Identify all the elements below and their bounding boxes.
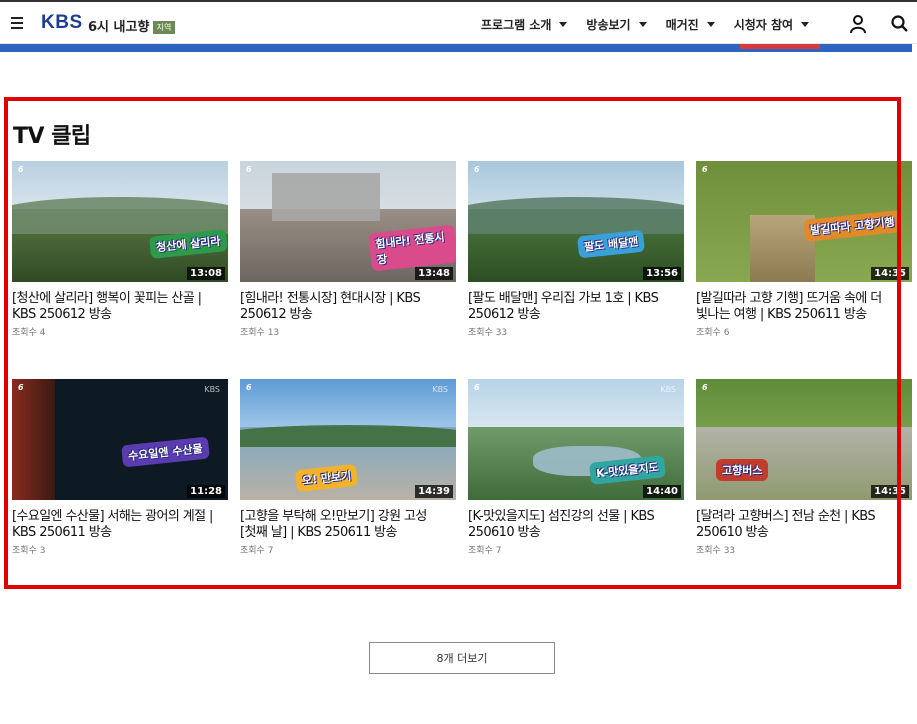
clip-card[interactable]: 6 KBS 수요일엔 수산물 11:28 [수요일엔 수산물] 서해는 광어의 … [12, 379, 228, 556]
hamburger-menu-icon[interactable] [11, 17, 23, 29]
duration-badge: 13:56 [643, 267, 681, 280]
clip-card[interactable]: 6 KBS 오! 만보기 14:39 [고향을 부탁해 오!만보기] 강원 고성… [240, 379, 456, 556]
thumb-trees [696, 379, 912, 434]
clip-title[interactable]: [고향을 부탁해 오!만보기] 강원 고성 [첫째 날] | KBS 25061… [240, 509, 456, 541]
channel-logo: 6 [18, 383, 24, 392]
view-count: 조회수 3 [12, 546, 46, 556]
view-count: 조회수 13 [240, 328, 280, 338]
clip-card[interactable]: 6 팔도 배달맨 13:56 [팔도 배달맨] 우리집 가보 1호 | KBS … [468, 161, 684, 338]
duration-badge: 13:48 [415, 267, 453, 280]
channel-logo: 6 [474, 165, 480, 174]
channel-logo: 6 [246, 383, 252, 392]
region-badge: 지역 [153, 21, 175, 34]
thumb-hills [240, 424, 456, 447]
clip-thumbnail[interactable]: 6 KBS 오! 만보기 14:39 [240, 379, 456, 500]
promo-banner[interactable] [0, 44, 912, 52]
clip-title[interactable]: [달려라 고향버스] 전남 순천 | KBS 250610 방송 [696, 509, 912, 541]
thumb-hills [12, 197, 228, 234]
nav-label: 방송보기 [586, 17, 631, 32]
kbs-watermark: KBS [432, 385, 448, 394]
duration-badge: 13:08 [187, 267, 225, 280]
view-count: 조회수 33 [696, 546, 736, 556]
duration-badge: 14:35 [871, 485, 909, 498]
duration-badge: 14:39 [415, 485, 453, 498]
thumb-hills [468, 197, 684, 234]
clip-thumbnail[interactable]: 6 청산에 살리라 13:08 [12, 161, 228, 282]
load-more-button[interactable]: 8개 더보기 [369, 642, 555, 674]
clip-thumbnail[interactable]: 6 힘내라! 전통시장 13:48 [240, 161, 456, 282]
site-header: KBS 6시 내고향 지역 프로그램 소개 방송보기 매거진 시청자 참여 [0, 0, 917, 44]
nav-label: 시청자 참여 [733, 17, 794, 32]
kbs-logo[interactable]: KBS [41, 12, 83, 34]
clip-card[interactable]: 6 힘내라! 전통시장 13:48 [힘내라! 전통시장] 현대시장 | KBS… [240, 161, 456, 338]
kbs-watermark: KBS [204, 385, 220, 394]
thumb-sky [468, 379, 684, 434]
view-count: 조회수 4 [12, 328, 46, 338]
clip-thumbnail[interactable]: 6 KBS K-맛있을지도 14:40 [468, 379, 684, 500]
user-icon[interactable] [850, 15, 866, 33]
kbs-watermark: KBS [660, 385, 676, 394]
program-title[interactable]: 6시 내고향 [88, 16, 149, 35]
view-count: 조회수 6 [696, 328, 730, 338]
chevron-down-icon [706, 21, 715, 27]
chevron-down-icon [559, 21, 568, 27]
clip-title[interactable]: [청산에 살리라] 행복이 꽃피는 산골 | KBS 250612 방송 [12, 291, 228, 323]
nav-label: 매거진 [665, 17, 699, 32]
channel-logo: 6 [702, 165, 708, 174]
clip-title[interactable]: [K-맛있을지도] 섬진강의 선물 | KBS 250610 방송 [468, 509, 684, 541]
clip-card[interactable]: 6 발길따라 고향기행 14:35 [발길따라 고향 기행] 뜨거움 속에 더 … [696, 161, 912, 338]
duration-badge: 14:35 [871, 267, 909, 280]
clip-title[interactable]: [발길따라 고향 기행] 뜨거움 속에 더 빛나는 여행 | KBS 25061… [696, 291, 912, 323]
nav-label: 프로그램 소개 [481, 17, 552, 32]
clip-thumbnail[interactable]: 6 팔도 배달맨 13:56 [468, 161, 684, 282]
clip-title[interactable]: [힘내라! 전통시장] 현대시장 | KBS 250612 방송 [240, 291, 456, 323]
clip-title[interactable]: [수요일엔 수산물] 서해는 광어의 계절 | KBS 250611 방송 [12, 509, 228, 541]
channel-logo: 6 [246, 165, 252, 174]
clip-title[interactable]: [팔도 배달맨] 우리집 가보 1호 | KBS 250612 방송 [468, 291, 684, 323]
duration-badge: 11:28 [187, 485, 225, 498]
thumb-boat-hull [12, 379, 56, 500]
nav-viewer-participation[interactable]: 시청자 참여 [733, 2, 810, 46]
view-count: 조회수 33 [468, 328, 508, 338]
clip-thumbnail[interactable]: 6 KBS 수요일엔 수산물 11:28 [12, 379, 228, 500]
clip-card[interactable]: 6 KBS K-맛있을지도 14:40 [K-맛있을지도] 섬진강의 선물 | … [468, 379, 684, 556]
nav-magazine[interactable]: 매거진 [666, 2, 715, 46]
banner-accent [740, 44, 820, 49]
channel-logo: 6 [474, 383, 480, 392]
thumb-buildings [272, 173, 381, 222]
duration-badge: 14:40 [643, 485, 681, 498]
view-count: 조회수 7 [240, 546, 274, 556]
nav-broadcast[interactable]: 방송보기 [586, 2, 647, 46]
thumb-overlay-title: 고향버스 [716, 459, 769, 481]
section-title: TV 클립 [13, 124, 91, 149]
clip-thumbnail[interactable]: 6 고향버스 14:35 [696, 379, 912, 500]
channel-logo: 6 [18, 165, 24, 174]
clip-card[interactable]: 6 고향버스 14:35 [달려라 고향버스] 전남 순천 | KBS 2506… [696, 379, 912, 556]
view-count: 조회수 7 [468, 546, 502, 556]
clip-thumbnail[interactable]: 6 발길따라 고향기행 14:35 [696, 161, 912, 282]
chevron-down-icon [638, 21, 647, 27]
main-nav: 프로그램 소개 방송보기 매거진 시청자 참여 [481, 2, 828, 46]
chevron-down-icon [801, 21, 810, 27]
clip-card[interactable]: 6 청산에 살리라 13:08 [청산에 살리라] 행복이 꽃피는 산골 | K… [12, 161, 228, 338]
nav-program-intro[interactable]: 프로그램 소개 [481, 2, 568, 46]
search-icon[interactable] [891, 15, 908, 32]
channel-logo: 6 [702, 383, 708, 392]
